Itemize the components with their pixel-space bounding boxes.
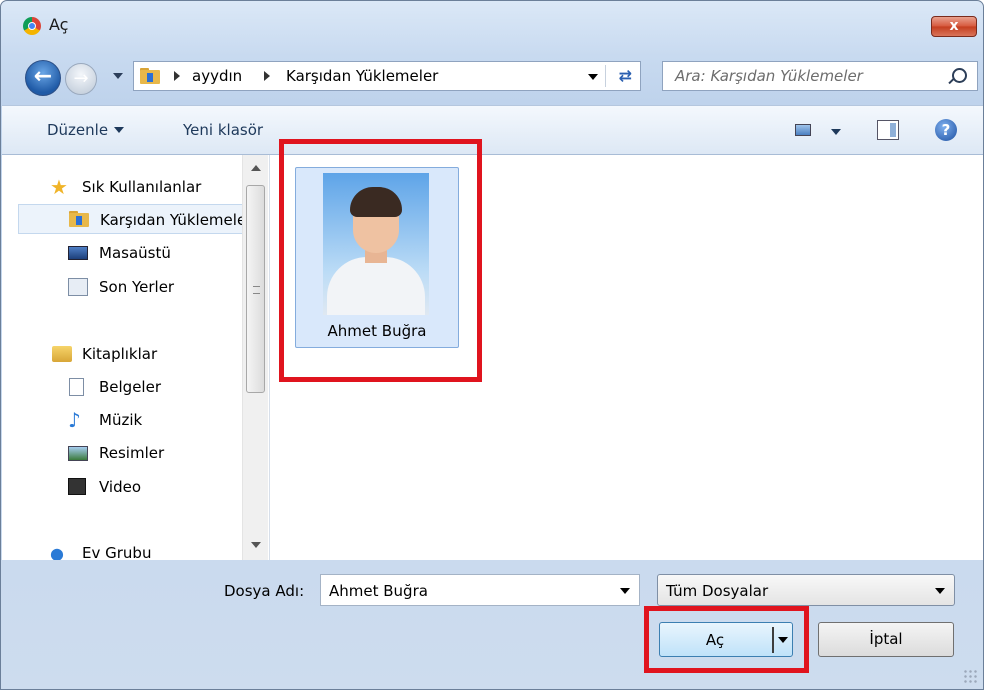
forward-button[interactable]: → [65, 63, 97, 95]
address-bar[interactable]: ayydın Karşıdan Yüklemeler ⇄ [133, 61, 641, 91]
address-dropdown[interactable] [588, 74, 598, 80]
resize-grip[interactable] [963, 669, 977, 683]
breadcrumb-user[interactable]: ayydın [192, 67, 242, 85]
highlight-box-file [279, 139, 482, 382]
recent-pages-dropdown[interactable] [113, 73, 123, 79]
scroll-up-arrow[interactable] [251, 165, 261, 171]
filetype-select[interactable]: Tüm Dosyalar [657, 574, 955, 606]
breadcrumb-downloads[interactable]: Karşıdan Yüklemeler [286, 67, 438, 85]
nav-item-downloads[interactable]: Karşıdan Yüklemeler [18, 204, 256, 234]
nav-item-homegroup[interactable]: ● Ev Grubu [2, 538, 242, 560]
document-icon [69, 378, 84, 396]
organize-button[interactable]: Düzenle [47, 121, 125, 139]
title-bar[interactable]: Aç x [1, 1, 983, 45]
nav-item-pictures[interactable]: Resimler [2, 438, 242, 468]
nav-scrollbar[interactable] [242, 155, 268, 560]
nav-item-music[interactable]: ♪ Müzik [2, 405, 242, 435]
nav-item-recent[interactable]: Son Yerler [2, 272, 242, 302]
downloads-folder-icon [140, 68, 160, 84]
nav-item-video[interactable]: Video [2, 472, 242, 502]
homegroup-icon: ● [50, 544, 64, 560]
search-box[interactable]: Ara: Karşıdan Yüklemeler [662, 61, 978, 91]
nav-item-documents[interactable]: Belgeler [2, 372, 242, 402]
music-note-icon: ♪ [68, 408, 81, 432]
pictures-icon [68, 446, 88, 461]
new-folder-button[interactable]: Yeni klasör [183, 121, 263, 139]
filename-input[interactable]: Ahmet Buğra [320, 574, 640, 606]
navigation-pane: ★ Sık Kullanılanlar Karşıdan Yüklemeler … [2, 155, 270, 560]
view-icon[interactable] [795, 124, 811, 136]
help-icon[interactable]: ? [935, 119, 957, 141]
filename-label: Dosya Adı: [224, 582, 305, 600]
command-bar: Düzenle Yeni klasör ? [2, 105, 983, 155]
desktop-icon [68, 246, 88, 260]
recent-places-icon [68, 278, 88, 296]
breadcrumb-separator[interactable] [174, 71, 180, 81]
open-file-dialog: Aç x ← → ayydın Karşıdan Yüklemeler ⇄ Ar… [0, 0, 984, 690]
preview-pane-icon[interactable] [877, 120, 899, 140]
chevron-down-icon [114, 127, 125, 133]
back-button[interactable]: ← [25, 60, 61, 96]
star-icon: ★ [50, 175, 68, 199]
scroll-thumb[interactable] [246, 185, 265, 393]
chrome-icon [23, 17, 41, 35]
cancel-button[interactable]: İptal [818, 622, 954, 657]
view-options-dropdown[interactable] [831, 129, 841, 135]
search-placeholder: Ara: Karşıdan Yüklemeler [675, 67, 863, 85]
video-icon [68, 478, 86, 495]
downloads-folder-icon [69, 211, 89, 227]
breadcrumb-separator[interactable] [264, 71, 270, 81]
nav-item-favorites[interactable]: ★ Sık Kullanılanlar [2, 172, 242, 202]
nav-item-desktop[interactable]: Masaüstü [2, 238, 242, 268]
scroll-down-arrow[interactable] [251, 542, 261, 548]
window-title: Aç [49, 15, 69, 34]
refresh-icon[interactable]: ⇄ [619, 66, 632, 85]
chevron-down-icon [935, 588, 945, 594]
libraries-icon [52, 346, 72, 362]
filename-dropdown[interactable] [620, 588, 630, 594]
highlight-box-open [644, 606, 809, 673]
nav-item-libraries[interactable]: Kitaplıklar [2, 339, 242, 369]
close-button[interactable]: x [931, 16, 977, 37]
search-icon[interactable] [952, 68, 967, 83]
